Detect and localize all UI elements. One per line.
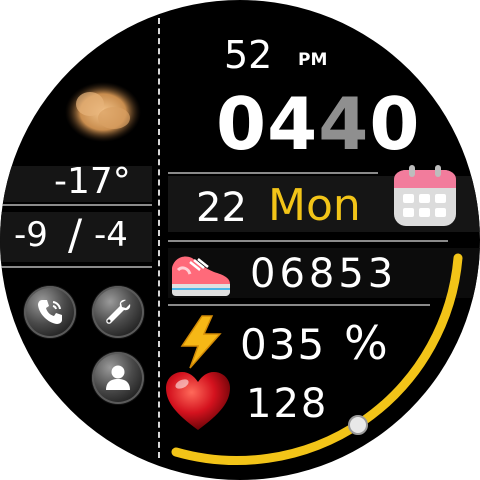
calendar-icon[interactable] [391, 162, 459, 230]
current-temperature: -17° [54, 161, 131, 202]
minute-ones: 0 [369, 82, 421, 166]
battery-unit: % [344, 316, 388, 370]
heart-icon [166, 372, 230, 430]
date-day: 22 [196, 185, 247, 231]
contacts-button[interactable] [92, 352, 144, 404]
phone-button[interactable] [24, 286, 76, 338]
sneaker-icon [172, 256, 230, 296]
wrench-icon [106, 299, 131, 324]
battery-progress-knob [348, 415, 368, 435]
battery-value: 035 [240, 320, 327, 369]
temperature-separator: / [68, 210, 83, 259]
step-count: 06853 [250, 251, 398, 297]
watch-face: -17° -9 / -4 52 PM 0440 22 Mon 06853 035… [0, 0, 480, 480]
hour: 04 [216, 82, 319, 166]
lightning-bolt-icon [180, 315, 222, 369]
minute-tens: 4 [318, 82, 370, 166]
settings-button[interactable] [92, 286, 144, 338]
temperature-high: -4 [94, 215, 128, 255]
time-display: 0440 [216, 88, 420, 160]
date-weekday: Mon [268, 180, 361, 231]
phone-icon [38, 300, 62, 324]
person-icon [106, 365, 130, 390]
am-pm-indicator: PM [298, 50, 328, 70]
heart-rate: 128 [246, 381, 329, 427]
seconds: 52 [224, 33, 273, 77]
dust-cloud-icon [65, 82, 141, 142]
temperature-low: -9 [14, 215, 48, 255]
